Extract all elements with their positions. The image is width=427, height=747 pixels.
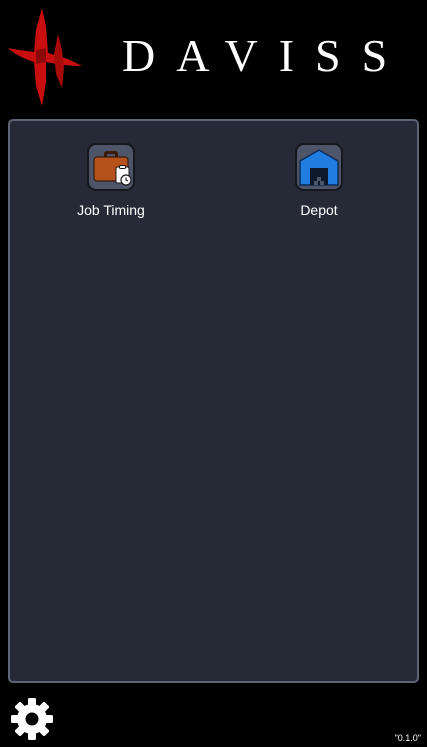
app-root: DAVISS Job Timing Depot "0.1.0" — [0, 0, 427, 747]
app-icon-frame — [87, 143, 135, 191]
apps-panel: Job Timing Depot — [8, 119, 419, 683]
app-tile-job-timing[interactable]: Job Timing — [51, 143, 171, 218]
daviss-logo-icon — [8, 8, 82, 106]
header: DAVISS — [0, 0, 427, 112]
app-tile-depot[interactable]: Depot — [259, 143, 379, 218]
app-label-depot: Depot — [300, 202, 338, 218]
warehouse-icon — [299, 149, 339, 186]
app-icon-frame — [295, 143, 343, 191]
brand-name: DAVISS — [122, 30, 409, 81]
app-label-job-timing: Job Timing — [77, 202, 145, 218]
version-label: "0.1.0" — [394, 733, 421, 743]
gear-icon[interactable] — [10, 697, 54, 741]
briefcase-clipboard-clock-icon — [93, 151, 132, 186]
